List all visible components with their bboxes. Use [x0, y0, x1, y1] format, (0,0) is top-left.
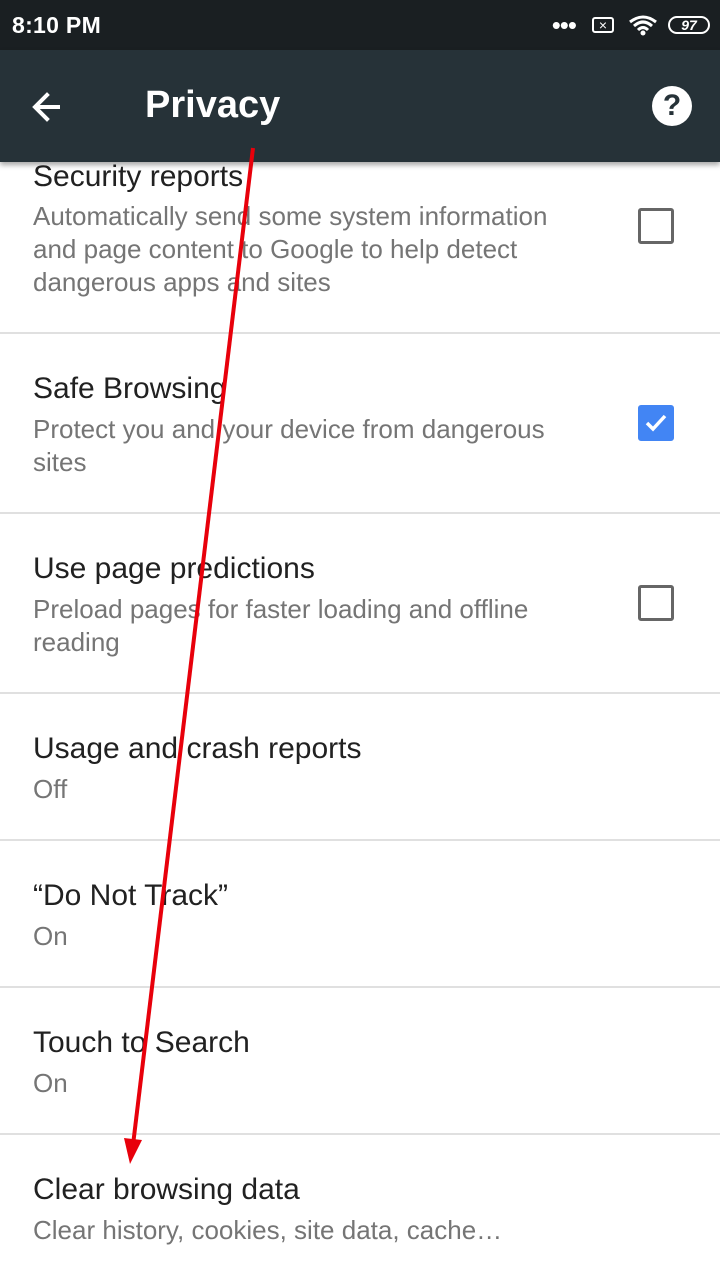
battery-icon: 97	[668, 16, 710, 34]
setting-touch-to-search[interactable]: Touch to Search On	[0, 988, 720, 1135]
more-dots-icon: •••	[551, 10, 577, 40]
help-button[interactable]: ?	[652, 86, 692, 126]
setting-safe-browsing[interactable]: Safe Browsing Protect you and your devic…	[0, 334, 720, 514]
app-bar: Privacy ?	[0, 50, 720, 162]
setting-summary: Clear history, cookies, site data, cache…	[33, 1215, 503, 1245]
setting-title: Safe Browsing	[33, 372, 227, 405]
safe-browsing-checkbox[interactable]	[638, 405, 674, 441]
back-arrow-icon	[32, 92, 60, 122]
setting-page-predictions[interactable]: Use page predictions Preload pages for f…	[0, 514, 720, 694]
setting-summary: Protect you and your device from dangero…	[33, 414, 545, 477]
page-predictions-checkbox[interactable]	[638, 585, 674, 621]
battery-level: 97	[681, 17, 697, 33]
setting-title: Security reports	[33, 160, 244, 193]
setting-security-reports[interactable]: Security reports Automatically send some…	[0, 160, 720, 334]
setting-title: Clear browsing data	[33, 1173, 300, 1206]
page-title: Privacy	[145, 84, 281, 126]
setting-do-not-track[interactable]: “Do Not Track” On	[0, 841, 720, 988]
help-icon: ?	[662, 89, 682, 122]
setting-summary: Off	[33, 774, 68, 804]
setting-usage-crash-reports[interactable]: Usage and crash reports Off	[0, 694, 720, 841]
setting-title: Use page predictions	[33, 552, 315, 585]
setting-title: Usage and crash reports	[33, 732, 362, 765]
settings-list: Security reports Automatically send some…	[0, 160, 720, 1285]
setting-summary: On	[33, 921, 68, 951]
no-sim-icon: ×	[592, 17, 614, 33]
setting-title: “Do Not Track”	[33, 879, 229, 912]
status-icons: ••• × 97	[552, 12, 710, 38]
status-time: 8:10 PM	[12, 12, 102, 38]
security-reports-checkbox[interactable]	[638, 208, 674, 244]
wifi-icon	[629, 15, 657, 36]
back-button[interactable]	[22, 82, 74, 134]
checkmark-icon	[645, 414, 667, 432]
setting-clear-browsing-data[interactable]: Clear browsing data Clear history, cooki…	[0, 1135, 720, 1285]
setting-summary: Automatically send some system informati…	[33, 201, 548, 297]
status-bar: 8:10 PM ••• × 97	[0, 0, 720, 50]
setting-summary: Preload pages for faster loading and off…	[33, 594, 529, 657]
setting-summary: On	[33, 1068, 68, 1098]
setting-title: Touch to Search	[33, 1026, 250, 1059]
